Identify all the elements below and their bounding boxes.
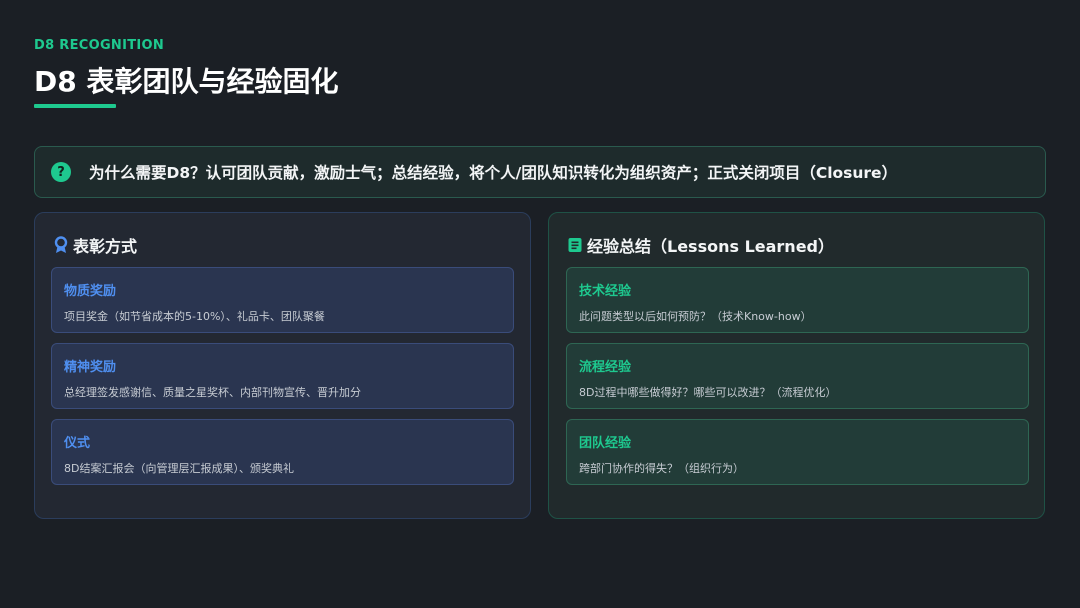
award-ribbon-icon [54,236,68,253]
card-desc: 8D过程中哪些做得好？哪些可以改进？（流程优化） [579,386,837,399]
spiritual-reward-card: 精神奖励 总经理签发感谢信、质量之星奖杯、内部刊物宣传、晋升加分 [51,343,514,409]
card-title: 仪式 [64,436,91,451]
card-title: 技术经验 [579,284,632,299]
page-title: D8 表彰团队与经验固化 [34,65,339,98]
section-eyebrow: D8 RECOGNITION [34,38,165,53]
ceremony-card: 仪式 8D结案汇报会（向管理层汇报成果）、颁奖典礼 [51,419,514,485]
recognition-panel-title: 表彰方式 [73,237,138,256]
card-desc: 跨部门协作的得失？（组织行为） [579,462,744,475]
recognition-panel-header: 表彰方式 [53,233,137,257]
lessons-panel-header: 经验总结（Lessons Learned） [567,233,834,257]
card-title: 物质奖励 [64,284,117,299]
team-lesson-card: 团队经验 跨部门协作的得失？（组织行为） [566,419,1029,485]
card-title: 团队经验 [579,436,632,451]
card-title: 流程经验 [579,360,632,375]
technical-lesson-card: 技术经验 此问题类型以后如何预防？（技术Know-how） [566,267,1029,333]
banner-text: 为什么需要D8？认可团队贡献，激励士气；总结经验，将个人/团队知识转化为组织资产… [89,164,898,182]
notebook-icon [568,238,582,252]
title-underline [34,104,116,108]
material-reward-card: 物质奖励 项目奖金（如节省成本的5-10%）、礼品卡、团队聚餐 [51,267,514,333]
lessons-learned-panel: 经验总结（Lessons Learned） 技术经验 此问题类型以后如何预防？（… [548,212,1045,519]
lessons-panel-title: 经验总结（Lessons Learned） [587,237,835,256]
card-desc: 此问题类型以后如何预防？（技术Know-how） [579,310,812,323]
card-desc: 项目奖金（如节省成本的5-10%）、礼品卡、团队聚餐 [64,310,325,323]
process-lesson-card: 流程经验 8D过程中哪些做得好？哪些可以改进？（流程优化） [566,343,1029,409]
slide: D8 RECOGNITION D8 表彰团队与经验固化 ? 为什么需要D8？认可… [0,0,1080,608]
card-desc: 总经理签发感谢信、质量之星奖杯、内部刊物宣传、晋升加分 [64,386,361,399]
card-title: 精神奖励 [64,360,117,375]
card-desc: 8D结案汇报会（向管理层汇报成果）、颁奖典礼 [64,462,294,475]
why-banner: ? 为什么需要D8？认可团队贡献，激励士气；总结经验，将个人/团队知识转化为组织… [34,146,1046,198]
recognition-panel: 表彰方式 物质奖励 项目奖金（如节省成本的5-10%）、礼品卡、团队聚餐 精神奖… [34,212,531,519]
question-circle-icon: ? [51,162,71,182]
